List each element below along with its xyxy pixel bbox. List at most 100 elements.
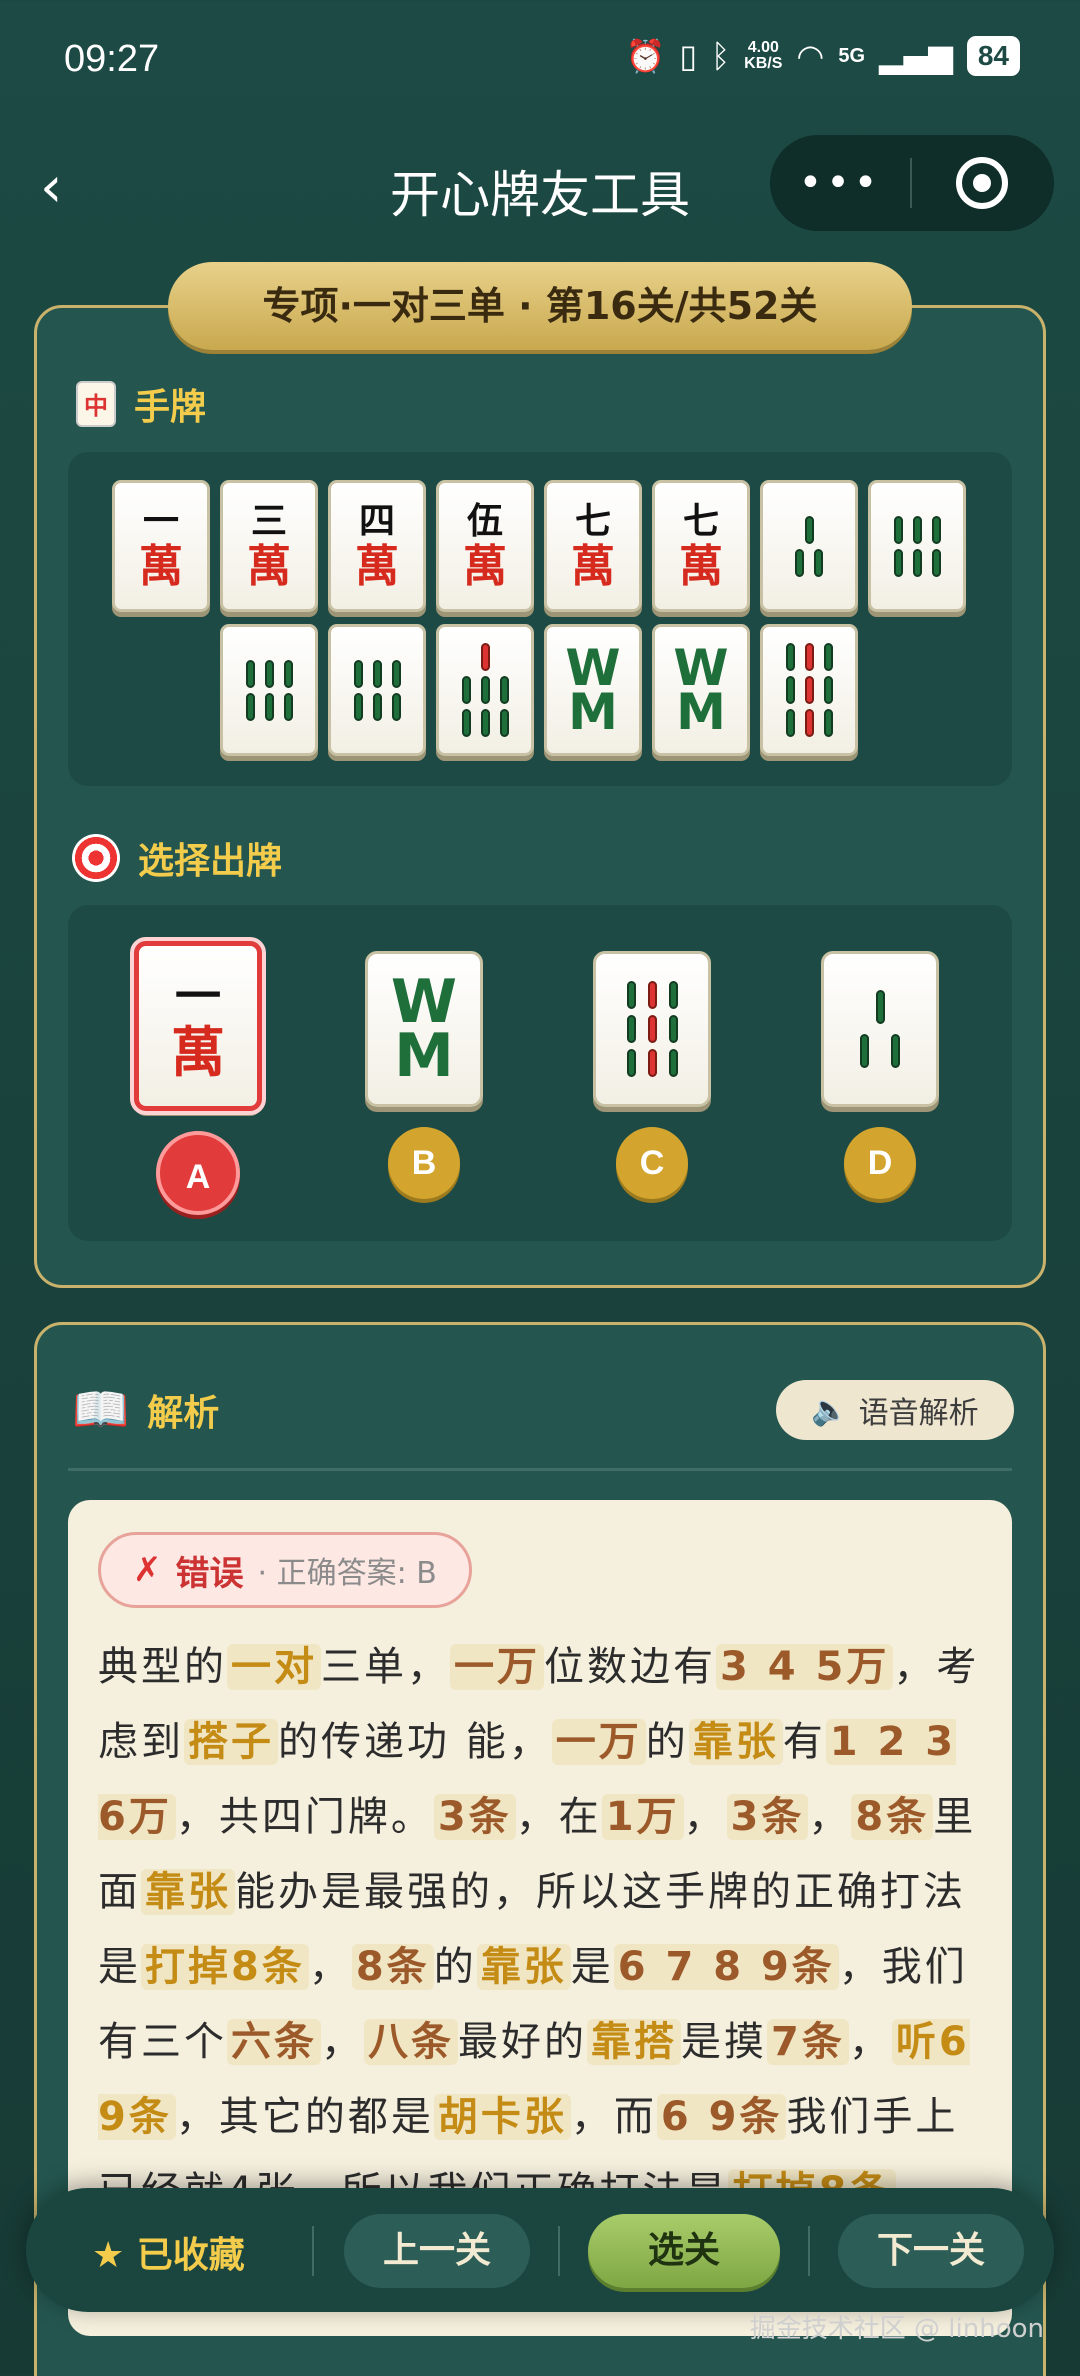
analysis-highlight: 靠搭	[587, 2019, 681, 2065]
network-speed: 4.00 KB/S	[744, 40, 782, 72]
analysis-text-fragment: 是摸	[681, 2019, 767, 2065]
analysis-text-fragment: ，	[321, 2019, 364, 2065]
analysis-section-title: 📖 解析	[72, 1382, 219, 1437]
hand-title: 手牌	[134, 387, 207, 428]
analysis-text-fragment: ，而	[570, 2094, 657, 2140]
voice-analysis-button[interactable]: 🔈 语音解析	[776, 1380, 1014, 1440]
speaker-icon: 🔈	[811, 1392, 849, 1428]
analysis-highlight: 靠张	[476, 1944, 571, 1990]
wifi-icon: ◠	[796, 37, 825, 75]
tile-5-wan: 伍萬	[436, 480, 534, 612]
target-icon	[956, 157, 1008, 209]
analysis-text-fragment: ，共四门牌。	[175, 1794, 434, 1840]
tile-1-wan: 一萬	[112, 480, 210, 612]
analysis-text-fragment: 典型的	[98, 1644, 227, 1690]
analysis-highlight: 搭子	[184, 1719, 278, 1765]
tile-9-tiao	[760, 624, 858, 756]
analysis-text-fragment: 有	[782, 1719, 826, 1765]
tile-6-tiao	[220, 624, 318, 756]
analysis-highlight: 1万	[601, 1794, 684, 1840]
signal-icon: ▂▄▆	[879, 37, 953, 75]
bottom-divider	[312, 2226, 314, 2276]
analysis-highlight: 靠张	[688, 1719, 783, 1765]
hand-section-title: 中 手牌	[76, 378, 206, 430]
result-label: 错误	[175, 1553, 244, 1594]
choice-option-a[interactable]: 一萬 A	[130, 937, 266, 1215]
choice-badge[interactable]: B	[388, 1127, 460, 1199]
choice-badge[interactable]: C	[616, 1127, 688, 1199]
hand-tiles-area: 一萬 三萬 四萬 伍萬 七萬 七萬 W M W M	[68, 452, 1012, 786]
nav-bar: ‹ 开心牌友工具 •••	[0, 135, 1080, 235]
tile-6-tiao	[868, 480, 966, 612]
status-bar: 09:27 ⏰ ▯ ᛒ 4.00 KB/S ◠ 5G ▂▄▆ 84	[0, 0, 1080, 120]
analysis-highlight: 一万	[450, 1644, 544, 1690]
analysis-highlight: 7条	[767, 2019, 849, 2065]
analysis-text-fragment: ，其它的都是	[175, 2094, 434, 2140]
choice-option-b[interactable]: WM B	[365, 951, 483, 1199]
tile-6-tiao	[328, 624, 426, 756]
analysis-highlight: 胡卡张	[433, 2094, 571, 2140]
analysis-title: 解析	[147, 1392, 220, 1434]
battery-level: 84	[966, 36, 1020, 76]
tile-4-wan: 四萬	[328, 480, 426, 612]
watermark: 掘金技术社区 @ linhoon	[749, 2314, 1044, 2344]
close-miniprogram-button[interactable]	[912, 157, 1052, 209]
analysis-highlight: 一万	[551, 1719, 646, 1765]
analysis-text-fragment: 的	[645, 1719, 689, 1765]
choice-tile-1-wan[interactable]: 一萬	[130, 937, 266, 1115]
analysis-highlight: 一对	[227, 1644, 321, 1690]
choice-option-c[interactable]: C	[593, 951, 711, 1199]
analysis-text-fragment: 最好的	[458, 2019, 587, 2065]
level-banner: 专项·一对三单 · 第16关/共52关	[168, 262, 912, 350]
analysis-text-fragment: ，	[683, 1794, 727, 1840]
voice-analysis-label: 语音解析	[858, 1396, 979, 1431]
tile-8-tiao: WM	[652, 624, 750, 756]
choice-tile-3-tiao[interactable]	[821, 951, 939, 1107]
analysis-text-fragment: 位数边有	[544, 1644, 716, 1690]
next-level-button[interactable]: 下一关	[838, 2214, 1024, 2288]
book-icon: 📖	[72, 1382, 130, 1436]
choice-badge[interactable]: A	[156, 1131, 240, 1215]
tile-8-tiao: WM	[544, 624, 642, 756]
status-icons: ⏰ ▯ ᛒ 4.00 KB/S ◠ 5G ▂▄▆ 84	[626, 36, 1020, 76]
status-time: 09:27	[64, 38, 160, 80]
more-button[interactable]: •••	[770, 160, 910, 206]
bottom-divider	[558, 2226, 560, 2276]
choice-title: 选择出牌	[138, 841, 283, 882]
alarm-icon: ⏰	[625, 37, 666, 75]
hand-row-2: WM WM	[220, 624, 858, 756]
analysis-highlight: 8条	[851, 1794, 934, 1840]
cross-icon: ✗	[133, 1550, 162, 1590]
correct-answer: · 正确答案: B	[257, 1556, 437, 1591]
target-icon	[72, 834, 120, 882]
tile-3-wan: 三萬	[220, 480, 318, 612]
tile-7-wan: 七萬	[544, 480, 642, 612]
choice-section-title: 选择出牌	[72, 832, 282, 884]
analysis-text-fragment: 的传递功 能，	[278, 1719, 552, 1765]
analysis-highlight: 6 9条	[656, 2094, 787, 2140]
analysis-text-fragment: 是	[570, 1944, 614, 1990]
analysis-text-fragment: ，	[308, 1944, 352, 1990]
analysis-highlight: 3条	[726, 1794, 809, 1840]
choice-badge[interactable]: D	[844, 1127, 916, 1199]
prev-level-button[interactable]: 上一关	[344, 2214, 530, 2288]
analysis-text-fragment: 三单，	[321, 1644, 450, 1690]
choice-area: 一萬 A WM B C D	[68, 905, 1012, 1241]
analysis-text-fragment: ，	[848, 2019, 892, 2065]
signal-label: 5G	[838, 44, 866, 67]
hand-row-1: 一萬 三萬 四萬 伍萬 七萬 七萬	[112, 480, 966, 612]
tile-3-tiao	[760, 480, 858, 612]
tile-7-tiao	[436, 624, 534, 756]
choice-option-d[interactable]: D	[821, 951, 939, 1199]
mini-program-capsule: •••	[770, 135, 1054, 231]
analysis-divider	[68, 1468, 1012, 1471]
select-level-button[interactable]: 选关	[588, 2214, 780, 2288]
mahjong-zhong-icon: 中	[76, 381, 116, 427]
choice-tile-8-tiao[interactable]: WM	[365, 951, 483, 1107]
tile-7-wan: 七萬	[652, 480, 750, 612]
bottom-divider	[808, 2226, 810, 2276]
favorite-button[interactable]: ★ 已收藏	[92, 2226, 245, 2278]
choice-tile-9-tiao[interactable]	[593, 951, 711, 1107]
network-speed-unit: KB/S	[744, 55, 783, 72]
analysis-text: 典型的 一对 三单， 一万 位数边有 3 4 5万 ，考虑到 搭子 的传递功 能， 一万的靠张有 1…	[98, 1630, 982, 2230]
